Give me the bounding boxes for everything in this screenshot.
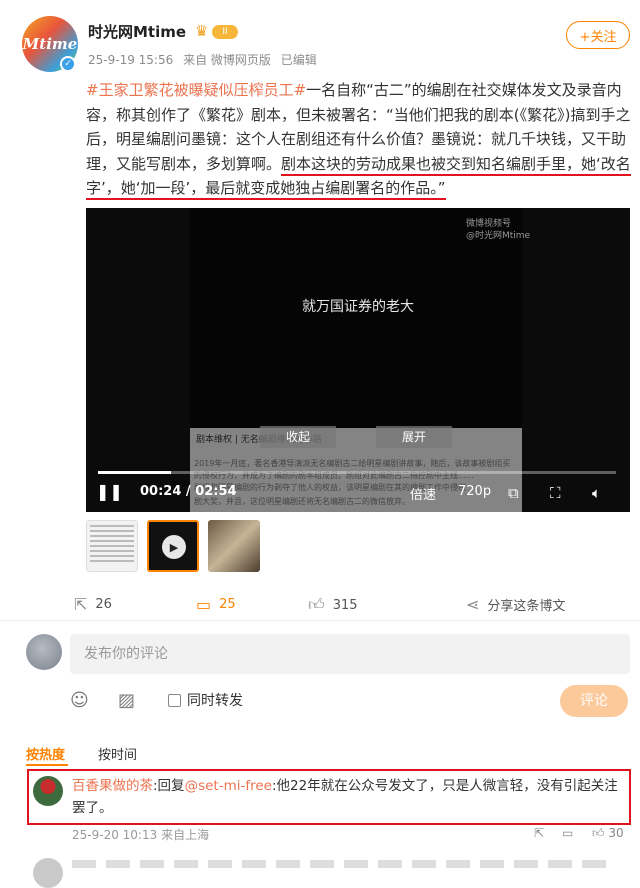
current-user-avatar <box>26 634 62 670</box>
repost-checkbox[interactable]: 同时转发 <box>168 690 243 710</box>
comment-icon: ▭ <box>196 595 212 614</box>
hashtag-link[interactable]: #王家卫繁花被曝疑似压榨员工# <box>86 81 306 99</box>
thumbnail-photo[interactable] <box>208 520 260 572</box>
quality-button[interactable]: 720p <box>458 484 491 499</box>
pip-icon[interactable]: ⧉ <box>508 484 519 502</box>
pause-icon[interactable]: ❚❚ <box>96 482 123 501</box>
comment-location: 来自上海 <box>161 828 210 842</box>
comment-meta: 25-9-20 10:13 来自上海 <box>72 826 209 843</box>
thumbnail-video[interactable]: ▶ <box>147 520 199 572</box>
expand-button[interactable]: 展开 <box>376 426 452 448</box>
submit-comment-button[interactable]: 评论 <box>560 685 628 717</box>
post-meta: 25-9-19 15:56 来自 微博网页版 已编辑 <box>88 51 323 68</box>
next-commenter-avatar <box>33 858 63 888</box>
progress-bar[interactable] <box>98 471 616 474</box>
author-name[interactable]: 时光网Mtime <box>88 21 186 42</box>
edited-label[interactable]: 已编辑 <box>281 53 317 67</box>
commenter-name[interactable]: 百香果做的茶 <box>72 778 153 794</box>
speed-button[interactable]: 倍速 <box>410 484 436 503</box>
share-count: 26 <box>95 597 112 612</box>
video-player[interactable]: 微博视频号 @时光网Mtime 就万国证券的老大 剧本维权 | 无名编剧维权的心… <box>86 208 630 512</box>
level-badge: II <box>212 25 238 39</box>
thumbs-up-icon: 👍︎ <box>308 595 325 614</box>
like-button[interactable]: 👍︎ 315 <box>308 595 358 615</box>
repost-label: 同时转发 <box>187 693 243 709</box>
like-count: 315 <box>332 597 358 613</box>
comment-like-button[interactable]: 👍︎ 30 <box>592 826 624 841</box>
emoji-icon[interactable]: ☺ <box>70 690 89 711</box>
video-subtitle: 就万国证券的老大 <box>302 299 414 315</box>
reply-prefix: :回复 <box>153 778 185 794</box>
collapse-button[interactable]: 收起 <box>260 426 336 448</box>
divider <box>0 620 640 621</box>
watermark-handle: @时光网Mtime <box>466 231 531 241</box>
comment-reply-icon[interactable]: ▭ <box>562 826 573 840</box>
time-display: 00:24 / 02:54 <box>140 484 237 499</box>
watermark-brand: 微博视频号 <box>466 219 512 229</box>
fullscreen-icon[interactable]: ⛶ <box>550 484 561 502</box>
share-button[interactable]: ⇱ 26 <box>74 595 112 614</box>
comment-button[interactable]: ▭ 25 <box>196 595 236 614</box>
share-friends-button[interactable]: ⋖ 分享这条博文 <box>466 595 565 614</box>
post-time[interactable]: 25-9-19 15:56 <box>88 53 173 67</box>
share-friends-label: 分享这条博文 <box>487 599 566 614</box>
sort-by-time-tab[interactable]: 按时间 <box>98 744 137 763</box>
share-nodes-icon: ⋖ <box>466 595 480 614</box>
crown-icon: ♛ <box>195 22 209 40</box>
share-icon: ⇱ <box>74 595 88 614</box>
mention-link[interactable]: @set-mi-free <box>185 778 272 794</box>
doc-line: 2019年一月底，著名香港导演派无名编剧古二给明星编剧讲故事，随后，该故事被剧组… <box>194 459 511 468</box>
video-watermark: 微博视频号 @时光网Mtime <box>466 218 530 242</box>
follow-button[interactable]: +关注 <box>566 21 630 49</box>
play-icon: ▶ <box>162 535 186 559</box>
current-time: 00:24 <box>140 484 182 499</box>
comment-share-icon[interactable]: ⇱ <box>534 826 544 840</box>
post-source: 来自 微博网页版 <box>183 53 271 67</box>
active-tab-indicator <box>26 764 68 766</box>
sort-by-hot-tab[interactable]: 按热度 <box>26 744 65 763</box>
commenter-avatar[interactable] <box>33 776 63 806</box>
progress-fill <box>98 471 171 474</box>
comment-content: 百香果做的茶:回复@set-mi-free:他22年就在公众号发文了，只是人微言… <box>72 775 624 819</box>
comment-time: 25-9-20 10:13 <box>72 828 158 842</box>
comment-count: 25 <box>219 597 236 612</box>
thumbnail-document[interactable] <box>86 520 138 572</box>
post-text: #王家卫繁花被曝疑似压榨员工#一名自称“古二”的编剧在社交媒体发文及录音内容，称… <box>86 78 634 201</box>
comment-like-count: 30 <box>608 826 624 840</box>
image-icon[interactable]: ▨ <box>118 690 135 711</box>
comment-input[interactable]: 发布你的评论 <box>70 634 630 674</box>
avatar-logo-text: Mtime <box>22 35 78 53</box>
volume-icon[interactable]: 🔈︎ <box>592 484 601 502</box>
checkbox[interactable] <box>168 693 181 707</box>
duration: 02:54 <box>195 484 237 499</box>
verified-icon: ✓ <box>60 56 76 72</box>
